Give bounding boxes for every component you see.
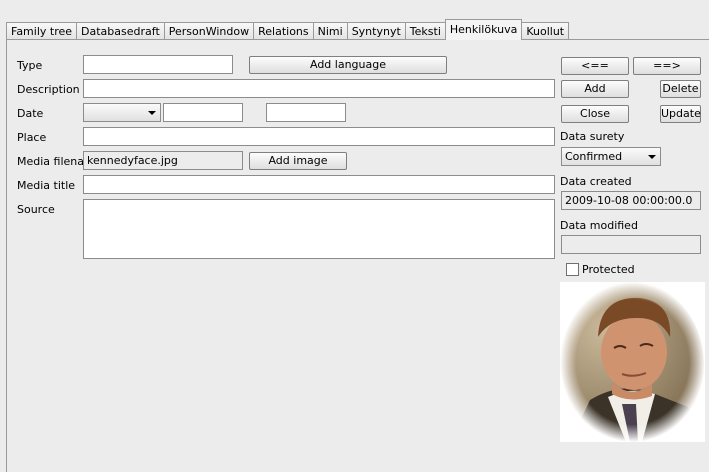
previous-button[interactable]: <== [561,57,629,75]
data-created-field: 2009-10-08 00:00:00.0 [561,191,701,210]
protected-label: Protected [582,263,635,276]
data-surety-value: Confirmed [565,150,623,163]
source-label: Source [17,203,55,216]
tab-bar: Family tree Databasedraft PersonWindow R… [6,19,706,40]
next-button[interactable]: ==> [633,57,701,75]
description-input[interactable] [83,79,555,98]
add-language-button[interactable]: Add language [249,56,447,74]
date-from-input[interactable] [163,103,243,122]
protected-checkbox[interactable] [566,263,579,276]
type-label: Type [17,59,43,72]
person-photo [560,282,705,442]
tab-relations[interactable]: Relations [253,22,314,40]
type-input[interactable] [83,55,233,74]
media-filename-field: kennedyface.jpg [83,151,243,170]
place-label: Place [17,131,47,144]
data-created-label: Data created [560,175,632,188]
data-surety-label: Data surety [560,130,625,143]
tab-databasedraft[interactable]: Databasedraft [76,22,165,40]
portrait-image [560,282,705,442]
date-to-input[interactable] [266,103,346,122]
update-button[interactable]: Update [660,105,701,123]
tab-family-tree[interactable]: Family tree [6,22,78,40]
delete-button[interactable]: Delete [660,80,701,98]
tab-personwindow[interactable]: PersonWindow [163,22,255,40]
tab-teksti[interactable]: Teksti [404,22,446,40]
tab-kuollut[interactable]: Kuollut [521,22,570,40]
description-label: Description [17,83,80,96]
chevron-down-icon [648,155,656,159]
data-surety-select[interactable]: Confirmed [561,147,661,166]
tab-syntynyt[interactable]: Syntynyt [346,22,406,40]
add-button[interactable]: Add [561,80,629,98]
media-title-label: Media title [17,179,76,192]
tab-henkilokuva[interactable]: Henkilökuva [444,19,523,40]
close-button[interactable]: Close [561,105,629,123]
source-textarea[interactable] [83,199,555,259]
add-image-button[interactable]: Add image [249,152,347,170]
media-title-input[interactable] [83,175,555,194]
place-input[interactable] [83,127,555,146]
date-qualifier-select[interactable] [83,103,161,122]
chevron-down-icon [148,111,156,115]
tab-nimi[interactable]: Nimi [312,22,348,40]
data-modified-field [561,235,701,254]
data-modified-label: Data modified [560,219,638,232]
date-label: Date [17,107,44,120]
